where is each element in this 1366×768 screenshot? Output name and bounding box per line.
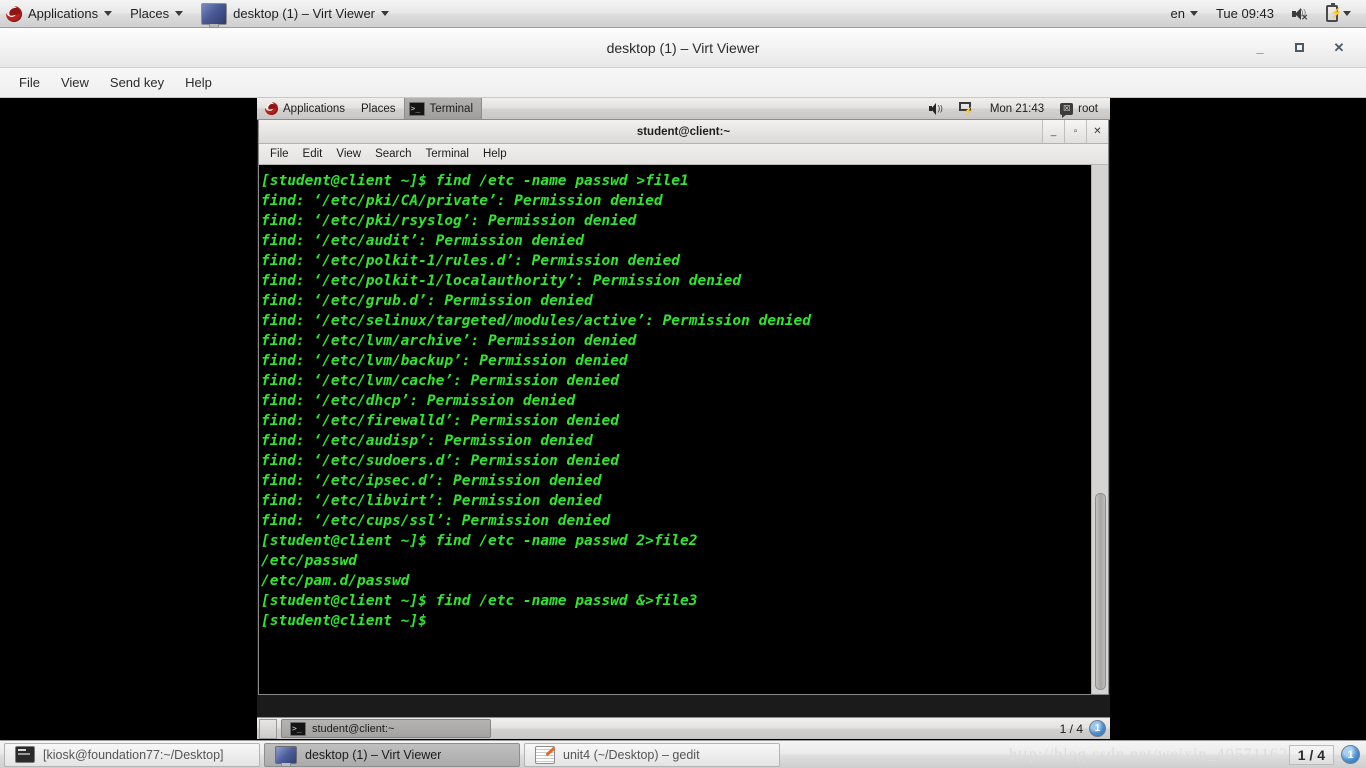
redhat-logo-icon [6,5,22,22]
chevron-down-icon [1343,11,1351,16]
terminal-icon [290,721,306,736]
chevron-down-icon [1189,11,1198,16]
guest-terminal-window: student@client:~ _ ▫ ✕ File Edit View Se… [258,120,1109,695]
speaker-icon: )) [928,102,943,115]
chevron-down-icon [381,11,390,16]
guest-applications-label: Applications [283,102,346,115]
minimize-button[interactable]: _ [1042,120,1064,143]
gedit-icon [535,745,555,764]
menu-send-key[interactable]: Send key [101,71,173,94]
virt-viewer-icon [201,2,228,25]
menu-file[interactable]: File [10,71,49,94]
user-icon: ☒ [1060,102,1074,118]
taskbar-item-label: desktop (1) – Virt Viewer [305,747,442,762]
minimize-button[interactable]: _ [1251,40,1269,55]
close-button[interactable]: ✕ [1086,120,1108,143]
virt-viewer-title: desktop (1) – Virt Viewer [606,39,760,56]
guest-taskbar-item-terminal[interactable]: student@client:~ [281,719,491,738]
host-window-task-label: desktop (1) – Virt Viewer [233,6,376,21]
host-applications-menu[interactable]: Applications [0,0,121,27]
guest-network-indicator[interactable]: ⚡ [951,98,982,119]
redhat-logo-icon [265,102,278,115]
guest-top-panel: Applications Places Terminal )) [257,98,1110,120]
virt-viewer-window: desktop (1) – Virt Viewer _ ✕ File View … [0,28,1366,740]
host-bottom-panel-right: 1 / 4 1 [1288,744,1366,765]
network-icon: ⚡ [958,102,974,116]
guest-terminal-body[interactable]: [student@client ~]$ find /etc -name pass… [259,165,1108,694]
taskbar-item-label: unit4 (~/Desktop) – gedit [563,747,700,762]
keyboard-layout-indicator[interactable]: en [1161,0,1206,27]
guest-volume-indicator[interactable]: )) [921,98,951,119]
maximize-button[interactable] [1295,43,1304,52]
host-clock[interactable]: Tue 09:43 [1207,0,1283,27]
guest-places-menu[interactable]: Places [353,98,404,119]
guest-clock[interactable]: Mon 21:43 [982,98,1052,119]
guest-window-task-terminal[interactable]: Terminal [403,98,483,119]
guest-clock-label: Mon 21:43 [989,102,1045,115]
guest-user-menu[interactable]: ☒ root [1052,98,1106,119]
guest-places-label: Places [361,102,396,115]
terminal-icon [15,746,35,763]
virt-viewer-display-canvas[interactable]: Applications Places Terminal )) [0,98,1366,740]
guest-terminal-title: student@client:~ [636,125,731,138]
terminal-menu-terminal[interactable]: Terminal [419,145,476,163]
taskbar-item-virt-viewer[interactable]: desktop (1) – Virt Viewer [264,742,520,767]
screen-root: Applications Places desktop (1) – Virt V… [0,0,1366,768]
virt-viewer-titlebar[interactable]: desktop (1) – Virt Viewer _ ✕ [0,28,1366,68]
menu-help[interactable]: Help [176,71,221,94]
virt-viewer-menubar: File View Send key Help [0,68,1366,98]
host-applications-label: Applications [28,6,99,21]
taskbar-item-kiosk-terminal[interactable]: [kiosk@foundation77:~/Desktop] [4,742,260,767]
speaker-muted-icon: )) ✕ [1292,7,1308,21]
host-bottom-panel: [kiosk@foundation77:~/Desktop] desktop (… [0,740,1366,768]
watermark: http://blog.csdn.net/weixin_40571162 [1009,746,1288,763]
host-top-panel: Applications Places desktop (1) – Virt V… [0,0,1366,28]
terminal-menu-help[interactable]: Help [476,145,514,163]
guest-workspace-badge[interactable]: 1 [1089,720,1106,737]
virt-viewer-window-controls: _ ✕ [1251,40,1366,56]
terminal-menu-search[interactable]: Search [368,145,418,163]
guest-bottom-panel-right: 1 / 4 1 [1060,720,1110,737]
keyboard-layout-label: en [1170,6,1185,21]
host-places-menu[interactable]: Places [121,0,192,27]
chevron-down-icon [104,11,113,16]
guest-terminal-window-controls: _ ▫ ✕ [1042,120,1108,143]
terminal-scrollbar[interactable] [1091,165,1108,694]
guest-terminal-menubar: File Edit View Search Terminal Help [259,144,1108,165]
terminal-icon [408,101,425,116]
host-workspace-badge[interactable]: 1 [1341,745,1360,764]
guest-bottom-panel: student@client:~ 1 / 4 1 [257,717,1110,739]
terminal-menu-file[interactable]: File [263,145,296,163]
taskbar-item-label: [kiosk@foundation77:~/Desktop] [43,747,224,762]
show-desktop-button[interactable] [259,718,277,739]
host-places-label: Places [130,6,170,21]
guest-user-label: root [1078,102,1098,115]
guest-workspace-pager[interactable]: 1 / 4 [1060,722,1083,736]
host-window-task-selector[interactable]: desktop (1) – Virt Viewer [192,0,398,27]
close-button[interactable]: ✕ [1330,40,1348,56]
terminal-scrollbar-thumb[interactable] [1095,492,1106,690]
host-top-panel-tray: en Tue 09:43 )) ✕ ⚡ [1161,0,1366,27]
terminal-menu-edit[interactable]: Edit [296,145,330,163]
guest-taskbar-item-label: student@client:~ [312,722,395,735]
menu-view[interactable]: View [52,71,98,94]
guest-applications-menu[interactable]: Applications [257,98,353,119]
volume-muted-indicator[interactable]: )) ✕ [1283,0,1317,27]
terminal-menu-view[interactable]: View [329,145,368,163]
guest-terminal-titlebar[interactable]: student@client:~ _ ▫ ✕ [259,120,1108,144]
host-clock-label: Tue 09:43 [1215,6,1274,21]
guest-desktop: Applications Places Terminal )) [257,98,1110,739]
terminal-output[interactable]: [student@client ~]$ find /etc -name pass… [259,165,1091,694]
battery-indicator[interactable]: ⚡ [1317,0,1360,27]
guest-window-task-label: Terminal [429,102,474,115]
guest-top-panel-tray: )) ⚡ Mon 21:43 ☒ root [921,98,1110,119]
chevron-down-icon [175,11,184,16]
battery-charging-icon: ⚡ [1326,3,1342,22]
maximize-button[interactable]: ▫ [1064,120,1086,143]
taskbar-item-gedit[interactable]: unit4 (~/Desktop) – gedit [524,742,780,767]
virt-viewer-icon [275,745,297,764]
host-workspace-pager[interactable]: 1 / 4 [1288,744,1334,765]
